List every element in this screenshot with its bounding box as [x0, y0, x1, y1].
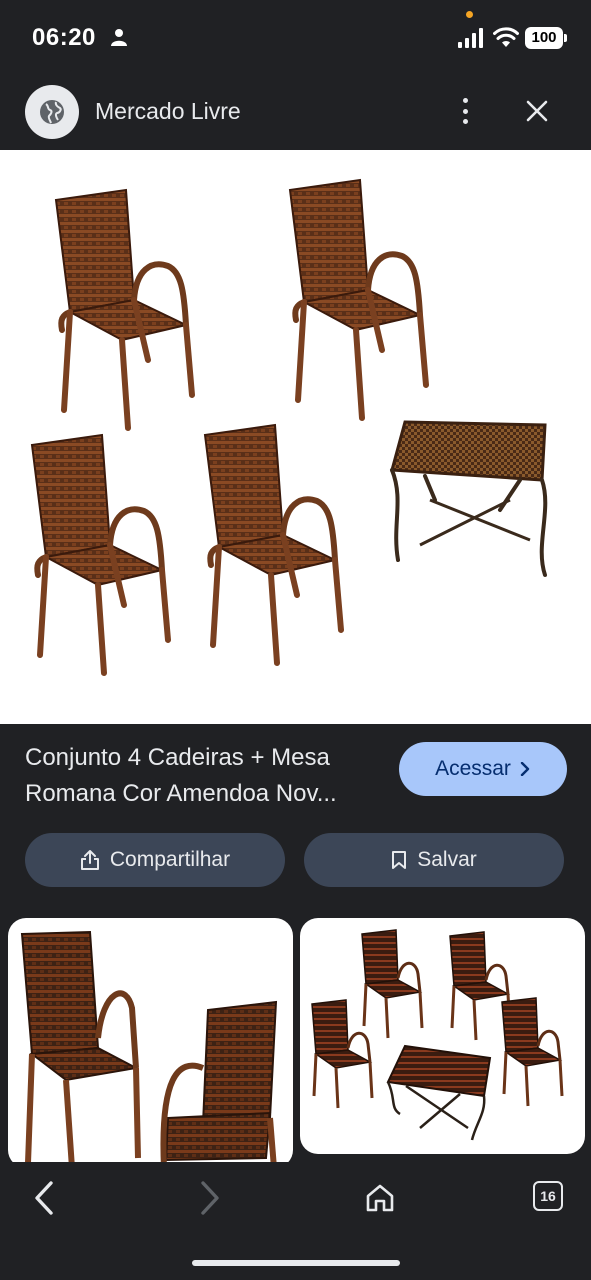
save-button-label: Salvar	[417, 848, 477, 871]
wifi-icon	[493, 27, 519, 47]
privacy-indicator	[466, 11, 473, 18]
status-time: 06:20	[32, 24, 96, 51]
site-icon[interactable]	[25, 85, 79, 139]
visit-button-label: Acessar	[435, 757, 511, 780]
close-icon[interactable]	[521, 95, 553, 127]
site-title: Mercado Livre	[95, 98, 241, 124]
product-image[interactable]	[0, 150, 591, 724]
related-image-2[interactable]	[300, 918, 585, 1154]
home-indicator[interactable]	[192, 1260, 400, 1266]
save-button[interactable]: Salvar	[304, 833, 564, 887]
status-bar: 06:20 100	[0, 0, 591, 76]
bookmark-icon	[392, 851, 407, 869]
forward-button[interactable]	[188, 1176, 232, 1220]
forward-icon	[201, 1181, 219, 1215]
signal-icon	[458, 28, 483, 48]
app-bar: Mercado Livre	[0, 76, 591, 150]
home-icon	[366, 1184, 394, 1212]
back-button[interactable]	[22, 1176, 66, 1220]
home-button[interactable]	[358, 1176, 402, 1220]
share-button[interactable]: Compartilhar	[25, 833, 285, 887]
visit-button[interactable]: Acessar	[399, 742, 567, 796]
share-button-label: Compartilhar	[109, 848, 231, 871]
more-vert-icon[interactable]	[450, 94, 480, 128]
battery-indicator: 100	[525, 27, 567, 49]
share-icon	[80, 850, 99, 870]
tab-switcher-button[interactable]: 16	[533, 1181, 563, 1211]
back-icon	[35, 1181, 53, 1215]
person-icon	[111, 29, 127, 46]
product-title: Conjunto 4 Cadeiras + Mesa Romana Cor Am…	[25, 744, 337, 807]
globe-icon	[40, 100, 64, 124]
related-image-1[interactable]	[8, 918, 293, 1168]
chevron-right-icon	[520, 762, 530, 776]
bottom-navigation: 16	[0, 1162, 591, 1280]
